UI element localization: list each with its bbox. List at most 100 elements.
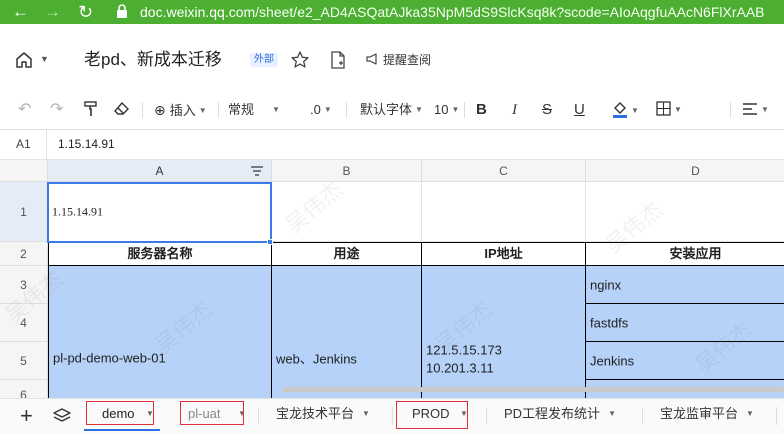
- row-header-1[interactable]: 1: [0, 182, 48, 242]
- chevron-down-icon: ▼: [608, 409, 616, 418]
- filter-icon[interactable]: [250, 165, 264, 177]
- row-header-3[interactable]: 3: [0, 266, 48, 304]
- header-server-name[interactable]: 服务器名称: [48, 242, 272, 266]
- column-header-d[interactable]: D: [586, 160, 784, 182]
- border-grid-icon: [656, 101, 671, 116]
- sheet-list-icon[interactable]: [52, 407, 72, 425]
- tab-divider: [486, 407, 487, 425]
- column-header-c[interactable]: C: [422, 160, 586, 182]
- number-format-select[interactable]: 常规 ▼: [228, 100, 280, 120]
- align-button[interactable]: ▼: [742, 100, 769, 120]
- font-size-label: 10: [434, 102, 449, 117]
- undo-icon[interactable]: ↶: [18, 100, 31, 120]
- add-sheet-icon[interactable]: +: [20, 405, 33, 427]
- fill-handle[interactable]: [267, 239, 273, 245]
- app-value: nginx: [590, 277, 622, 292]
- row-number: 2: [20, 246, 27, 261]
- font-size-select[interactable]: 10 ▼: [434, 100, 459, 120]
- browser-url-bar: ← → ↻ doc.weixin.qq.com/sheet/e2_AD4ASQa…: [0, 0, 784, 24]
- chevron-down-icon: ▼: [415, 105, 423, 114]
- tab-divider: [642, 407, 643, 425]
- server-name-value: pl-pd-demo-web-01: [53, 350, 166, 366]
- active-tab-indicator: [84, 429, 160, 431]
- toolbar-divider: [464, 102, 465, 118]
- selection-outline: [47, 182, 272, 243]
- row-number: 5: [20, 353, 27, 368]
- formula-bar: A1 1.15.14.91: [0, 130, 784, 160]
- tab-label: 宝龙技术平台: [276, 406, 355, 421]
- star-icon[interactable]: [290, 50, 310, 70]
- header-apps[interactable]: 安装应用: [586, 242, 784, 266]
- cell-server-name[interactable]: pl-pd-demo-web-01: [48, 266, 272, 398]
- insert-menu[interactable]: ⊕ 插入 ▼: [154, 100, 207, 121]
- tab-baolong-tech[interactable]: 宝龙技术平台 ▼: [276, 399, 386, 433]
- url-host: doc.weixin.qq.com: [140, 4, 256, 20]
- document-info-icon[interactable]: [330, 51, 346, 69]
- horizontal-scrollbar[interactable]: [282, 387, 784, 392]
- strikethrough-button[interactable]: S: [542, 100, 552, 120]
- remind-label: 提醒查阅: [383, 53, 432, 67]
- highlight-box: [396, 401, 468, 429]
- ip-value-1: 121.5.15.173: [426, 342, 502, 358]
- tab-divider: [392, 407, 393, 425]
- formula-input[interactable]: 1.15.14.91: [58, 137, 115, 151]
- header-ip[interactable]: IP地址: [422, 242, 586, 266]
- cell-ip[interactable]: 121.5.15.173 10.201.3.11: [422, 266, 586, 398]
- chevron-down-icon[interactable]: ▼: [40, 54, 49, 64]
- tab-baolong-audit[interactable]: 宝龙监审平台 ▼: [660, 399, 772, 433]
- cell-purpose[interactable]: web、Jenkins: [272, 266, 422, 398]
- row-number: 6: [20, 387, 27, 399]
- home-icon[interactable]: [14, 50, 34, 70]
- arrow-left-icon[interactable]: ←: [12, 2, 29, 22]
- cell-app-3[interactable]: Jenkins: [586, 342, 784, 380]
- row-header-6[interactable]: 6: [0, 380, 48, 398]
- url-text[interactable]: doc.weixin.qq.com/sheet/e2_AD4ASQatAJka3…: [140, 3, 765, 21]
- app-value: Jenkins: [590, 353, 635, 368]
- chevron-down-icon: ▼: [323, 105, 332, 114]
- italic-button[interactable]: I: [512, 100, 517, 120]
- row-header-2[interactable]: 2: [0, 242, 48, 266]
- toolbar-divider: [730, 102, 731, 118]
- document-title[interactable]: 老pd、新成本迁移: [84, 49, 222, 71]
- chevron-down-icon: ▼: [362, 409, 370, 418]
- arrow-right-icon[interactable]: →: [44, 2, 61, 22]
- fill-color-button[interactable]: ▼: [612, 100, 639, 121]
- font-family-select[interactable]: 默认字体 ▼: [360, 100, 423, 120]
- plus-circle-icon: ⊕: [154, 102, 166, 118]
- bold-button[interactable]: B: [476, 100, 487, 120]
- cell-c1[interactable]: [422, 182, 586, 242]
- cell-app-1[interactable]: nginx: [586, 266, 784, 304]
- underline-button[interactable]: U: [574, 100, 585, 120]
- tab-label: PD工程发布统计: [504, 406, 601, 421]
- cell-reference[interactable]: A1: [16, 137, 31, 151]
- sheet-tabs-bar: + demo ▼ pl-uat ▼ 宝龙技术平台 ▼ PROD ▼ PD工程发布统…: [0, 398, 784, 434]
- row-number: 4: [20, 315, 27, 330]
- decimal-label: .0: [310, 102, 321, 117]
- row-number: 3: [20, 277, 27, 292]
- header-purpose[interactable]: 用途: [272, 242, 422, 266]
- tab-pd-release-stats[interactable]: PD工程发布统计 ▼: [504, 399, 636, 433]
- borders-button[interactable]: ▼: [656, 100, 682, 120]
- cell-b1[interactable]: [272, 182, 422, 242]
- insert-label: 插入: [169, 103, 196, 118]
- eraser-icon[interactable]: [114, 102, 129, 116]
- column-header-a[interactable]: A: [48, 160, 272, 182]
- redo-icon[interactable]: ↷: [50, 100, 63, 120]
- cell-d1[interactable]: [586, 182, 784, 242]
- highlight-box: [86, 401, 154, 425]
- remind-button[interactable]: 提醒查阅: [366, 52, 431, 68]
- refresh-icon[interactable]: ↻: [78, 2, 93, 22]
- row-header-5[interactable]: 5: [0, 342, 48, 380]
- select-all-corner[interactable]: [0, 160, 48, 182]
- number-format-label: 常规: [228, 102, 255, 117]
- format-painter-icon[interactable]: [84, 101, 98, 117]
- toolbar-divider: [218, 102, 219, 118]
- cell-app-2[interactable]: fastdfs: [586, 304, 784, 342]
- purpose-value: web、Jenkins: [276, 351, 357, 367]
- tab-divider: [258, 407, 259, 425]
- chevron-down-icon: ▼: [674, 105, 682, 114]
- column-header-b[interactable]: B: [272, 160, 422, 182]
- decimal-select[interactable]: .0 ▼: [310, 100, 332, 120]
- chevron-down-icon: ▼: [272, 105, 280, 114]
- row-header-4[interactable]: 4: [0, 304, 48, 342]
